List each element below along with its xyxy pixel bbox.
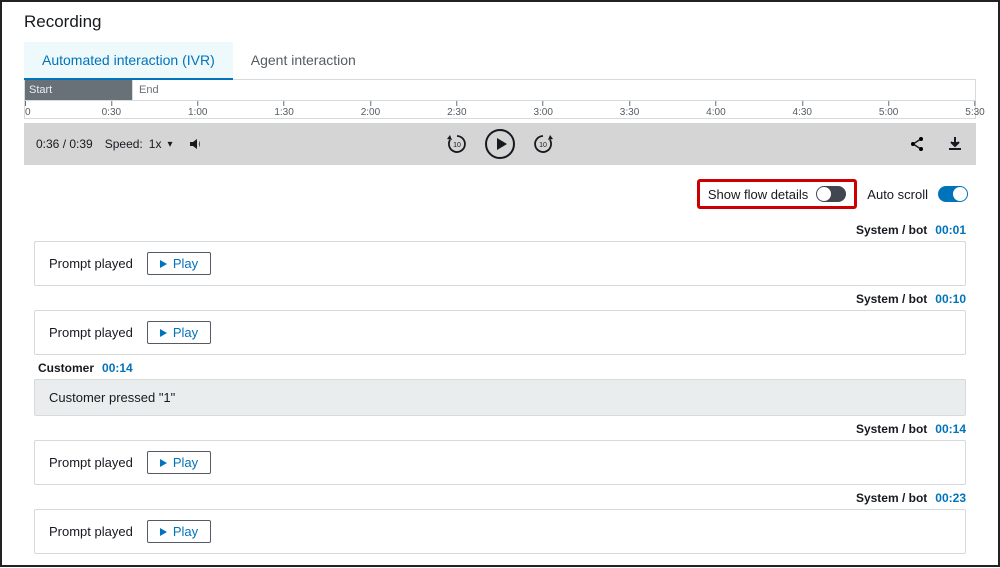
prompt-row: Prompt played Play xyxy=(34,440,966,485)
event-timestamp: 00:01 xyxy=(935,223,966,237)
play-label: Play xyxy=(173,455,198,470)
tabs: Automated interaction (IVR) Agent intera… xyxy=(24,42,976,80)
play-icon xyxy=(160,260,167,268)
event-timestamp: 00:14 xyxy=(102,361,133,375)
timeline-tick: 2:30 xyxy=(447,101,466,118)
timeline-tick: 0 xyxy=(25,101,31,118)
skip-forward-button[interactable]: 10 xyxy=(531,132,555,156)
playback-speed[interactable]: Speed: 1x ▾ xyxy=(105,137,173,151)
tab-agent[interactable]: Agent interaction xyxy=(233,42,374,80)
playback-time: 0:36 / 0:39 xyxy=(36,137,93,151)
svg-text:10: 10 xyxy=(453,142,461,149)
prompt-played-label: Prompt played xyxy=(49,256,133,271)
download-icon[interactable] xyxy=(946,135,964,153)
timeline: Start End 0 0:30 1:00 1:30 2:00 2:30 3:00 3:30 4… xyxy=(24,80,976,119)
timeline-tick: 1:00 xyxy=(188,101,207,118)
play-label: Play xyxy=(173,256,198,271)
event-meta: System / bot 00:10 xyxy=(34,292,966,306)
timeline-tick: 2:00 xyxy=(361,101,380,118)
timeline-tick: 1:30 xyxy=(274,101,293,118)
speed-label: Speed: xyxy=(105,137,143,151)
play-icon xyxy=(497,138,507,150)
toggle-row: Show flow details Auto scroll xyxy=(24,165,976,217)
event-meta: Customer 00:14 xyxy=(34,361,966,375)
audio-player-bar: 0:36 / 0:39 Speed: 1x ▾ 10 xyxy=(24,123,976,165)
timeline-tick: 3:30 xyxy=(620,101,639,118)
event-meta: System / bot 00:01 xyxy=(34,223,966,237)
transcript: System / bot 00:01 Prompt played Play System… xyxy=(24,223,976,568)
show-flow-details-toggle[interactable] xyxy=(816,186,846,202)
timeline-start-segment[interactable]: Start xyxy=(25,80,133,100)
play-label: Play xyxy=(173,325,198,340)
prompt-row: Prompt played Play xyxy=(34,241,966,286)
timeline-tick: 4:30 xyxy=(793,101,812,118)
auto-scroll-toggle[interactable] xyxy=(938,186,968,202)
prompt-played-label: Prompt played xyxy=(49,455,133,470)
play-button[interactable] xyxy=(485,129,515,159)
play-prompt-button[interactable]: Play xyxy=(147,520,211,543)
customer-input-row: Customer pressed "1" xyxy=(34,379,966,416)
event-timestamp: 00:14 xyxy=(935,422,966,436)
share-icon[interactable] xyxy=(908,135,926,153)
timeline-tick: 3:00 xyxy=(533,101,552,118)
play-icon xyxy=(160,459,167,467)
timeline-ticks: 0 0:30 1:00 1:30 2:00 2:30 3:00 3:30 4:00 4:30 5:0… xyxy=(25,100,975,118)
speaker-system: System / bot xyxy=(856,292,927,306)
event-timestamp: 00:10 xyxy=(935,292,966,306)
play-icon xyxy=(160,329,167,337)
event-timestamp: 00:23 xyxy=(935,491,966,505)
play-prompt-button[interactable]: Play xyxy=(147,252,211,275)
speaker-customer: Customer xyxy=(38,361,94,375)
prompt-row: Prompt played Play xyxy=(34,310,966,355)
volume-icon[interactable] xyxy=(188,136,204,152)
speaker-system: System / bot xyxy=(856,223,927,237)
play-icon xyxy=(160,528,167,536)
timeline-tick: 4:00 xyxy=(706,101,725,118)
auto-scroll-label: Auto scroll xyxy=(867,187,928,202)
speed-value: 1x xyxy=(149,137,162,151)
timeline-tick: 5:30 xyxy=(965,101,984,118)
prompt-row: Prompt played Play xyxy=(34,509,966,554)
customer-input-text: Customer pressed "1" xyxy=(49,390,175,405)
prompt-played-label: Prompt played xyxy=(49,524,133,539)
show-flow-details-highlight: Show flow details xyxy=(697,179,857,209)
show-flow-details-label: Show flow details xyxy=(708,187,808,202)
play-prompt-button[interactable]: Play xyxy=(147,451,211,474)
event-meta: System / bot 00:23 xyxy=(34,491,966,505)
skip-back-button[interactable]: 10 xyxy=(445,132,469,156)
play-prompt-button[interactable]: Play xyxy=(147,321,211,344)
speaker-system: System / bot xyxy=(856,491,927,505)
svg-text:10: 10 xyxy=(539,142,547,149)
timeline-end-segment[interactable]: End xyxy=(133,80,975,100)
page-title: Recording xyxy=(24,12,976,32)
play-label: Play xyxy=(173,524,198,539)
timeline-tick: 5:00 xyxy=(879,101,898,118)
chevron-down-icon: ▾ xyxy=(167,139,172,150)
prompt-played-label: Prompt played xyxy=(49,325,133,340)
timeline-tick: 0:30 xyxy=(102,101,121,118)
tab-ivr[interactable]: Automated interaction (IVR) xyxy=(24,42,233,80)
speaker-system: System / bot xyxy=(856,422,927,436)
event-meta: System / bot 00:14 xyxy=(34,422,966,436)
